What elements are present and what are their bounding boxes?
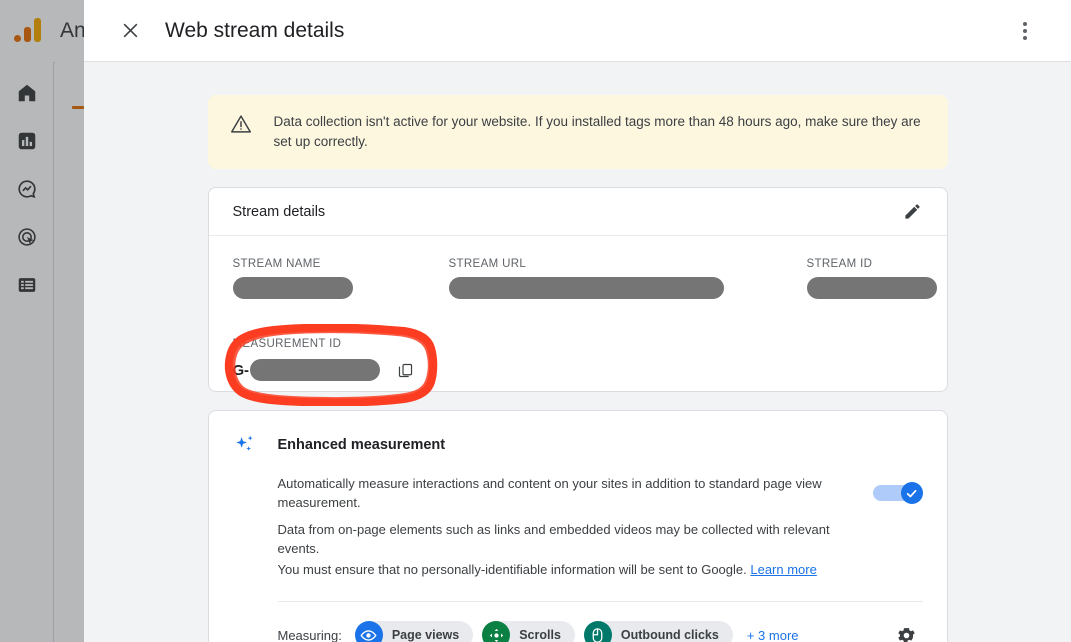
chip-label: Page views <box>391 628 460 642</box>
close-icon[interactable] <box>110 11 150 51</box>
learn-more-link[interactable]: Learn more <box>750 562 816 577</box>
field-label: STREAM NAME <box>232 258 321 270</box>
enhanced-measurement-description: Automatically measure interactions and c… <box>277 476 822 510</box>
enhanced-measurement-title: Enhanced measurement <box>277 437 446 453</box>
field-measurement-id: MEASUREMENT ID G- <box>224 324 437 406</box>
enhanced-measurement-toggle[interactable] <box>872 482 923 504</box>
copy-icon[interactable] <box>391 355 421 385</box>
chip-page-views[interactable]: Page views <box>354 621 474 642</box>
field-label: STREAM URL <box>448 258 527 270</box>
redacted-value-stream-id <box>806 277 937 299</box>
more-events-link[interactable]: + 3 more <box>747 628 799 642</box>
more-vert-icon[interactable] <box>1005 11 1045 51</box>
mouse-icon <box>583 621 612 642</box>
measuring-row: Measuring: Page views Scrolls Outbound c… <box>233 619 923 642</box>
eye-icon <box>354 621 383 642</box>
chip-label: Outbound clicks <box>620 628 719 642</box>
warning-text: Data collection isn't active for your we… <box>273 114 921 149</box>
divider <box>277 601 923 602</box>
enhanced-measurement-note-2: You must ensure that no personally-ident… <box>278 560 849 579</box>
data-collection-warning-banner: Data collection isn't active for your we… <box>207 95 948 169</box>
chip-scrolls[interactable]: Scrolls <box>482 621 575 642</box>
scroll-move-icon <box>482 621 511 642</box>
web-stream-details-modal: Web stream details Data collection isn't… <box>84 0 1071 642</box>
stream-fields: STREAM NAME STREAM URL STREAM ID MEASURE… <box>209 236 947 406</box>
chip-outbound-clicks[interactable]: Outbound clicks <box>583 621 733 642</box>
enhanced-measurement-body: Automatically measure interactions and c… <box>233 474 923 579</box>
gear-icon[interactable] <box>891 619 923 642</box>
modal-scrim[interactable] <box>0 0 84 642</box>
measurement-id-prefix: G- <box>232 361 249 379</box>
redacted-value-measurement-id <box>249 359 380 381</box>
modal-body: Data collection isn't active for your we… <box>84 62 1071 642</box>
enhanced-measurement-copy: Automatically measure interactions and c… <box>278 474 873 579</box>
note-2-text: You must ensure that no personally-ident… <box>277 562 751 577</box>
stream-details-card: Stream details STREAM NAME STREAM URL ST… <box>207 187 948 406</box>
modal-header: Web stream details <box>84 0 1071 62</box>
enhanced-measurement-note-1: Data from on-page elements such as links… <box>277 522 830 556</box>
measuring-label: Measuring: <box>277 627 342 642</box>
page-title: Web stream details <box>165 18 345 42</box>
redacted-value-stream-url <box>448 277 724 299</box>
redacted-value-stream-name <box>232 277 353 299</box>
field-label: STREAM ID <box>806 258 873 270</box>
pencil-edit-icon[interactable] <box>897 196 929 228</box>
enhanced-measurement-header: Enhanced measurement <box>233 433 923 457</box>
warning-triangle-icon <box>230 113 254 137</box>
field-stream-name: STREAM NAME <box>232 258 353 304</box>
chip-label: Scrolls <box>519 628 561 642</box>
stream-details-header: Stream details <box>208 188 947 236</box>
stream-details-title: Stream details <box>232 203 326 220</box>
field-label: MEASUREMENT ID <box>232 338 342 350</box>
enhanced-measurement-card: Enhanced measurement Automatically measu… <box>207 410 948 642</box>
field-stream-url: STREAM URL <box>448 258 724 304</box>
field-stream-id: STREAM ID <box>806 258 937 304</box>
toggle-thumb-checked <box>900 482 923 504</box>
sparkle-icon <box>233 433 257 457</box>
